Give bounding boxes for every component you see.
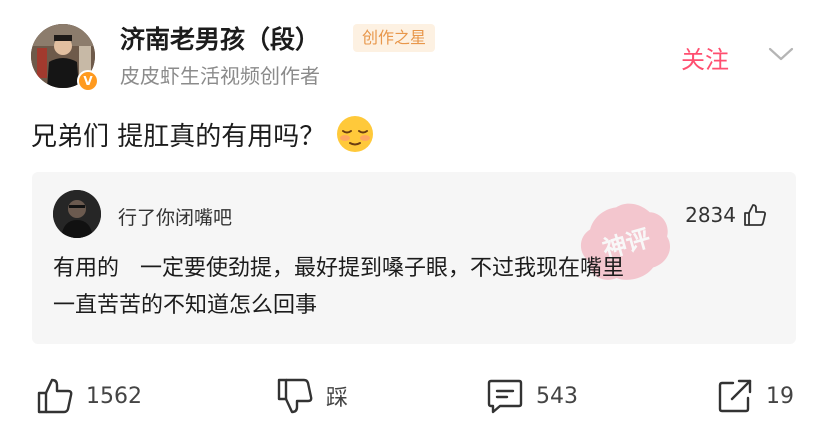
follow-button[interactable]: 关注 (681, 40, 729, 75)
share-button[interactable]: 19 (716, 372, 794, 420)
share-count: 19 (766, 383, 794, 409)
commenter-name[interactable]: 行了你闭嘴吧 (118, 203, 232, 230)
comment-like-count: 2834 (685, 203, 736, 227)
comment-text: 有用的 一定要使劲提，最好提到嗓子眼，不过我现在嘴里 一直苦苦的不知道怎么回事 (53, 250, 783, 324)
creator-star-badge: 创作之星 (353, 24, 436, 52)
comment-line: 有用的 一定要使劲提，最好提到嗓子眼，不过我现在嘴里 (53, 256, 624, 281)
share-icon (718, 379, 752, 413)
commenter-avatar[interactable] (53, 190, 101, 238)
comment-count: 543 (536, 383, 578, 409)
author-subtitle: 皮皮虾生活视频创作者 (120, 64, 320, 88)
comment-button[interactable]: 543 (486, 372, 578, 420)
dislike-label: 踩 (326, 386, 349, 411)
action-bar: 1562 踩 543 19 (0, 372, 828, 420)
author-avatar-wrapper[interactable]: V (31, 24, 99, 92)
like-button[interactable]: 1562 (36, 372, 142, 420)
post-header: V 济南老男孩（段） 创作之星 皮皮虾生活视频创作者 关注 (0, 0, 828, 100)
thumbs-up-icon (37, 378, 73, 414)
relieved-face-emoji-icon (337, 116, 374, 152)
post-content: 兄弟们 提肛真的有用吗？ (31, 112, 375, 156)
post-text: 兄弟们 提肛真的有用吗？ (31, 121, 326, 152)
comment-like-button[interactable]: 2834 (685, 202, 768, 228)
dislike-button[interactable]: 踩 (276, 372, 348, 420)
comment-bubble-icon (487, 379, 523, 414)
verified-icon: V (77, 70, 99, 92)
top-comment-card[interactable]: 神评 行了你闭嘴吧 2834 有用的 一定要使劲提，最好提到嗓子眼，不过我现在嘴… (32, 172, 796, 344)
chevron-down-icon[interactable] (766, 44, 796, 64)
like-count: 1562 (86, 383, 142, 409)
author-name[interactable]: 济南老男孩（段） (120, 20, 320, 56)
thumbs-up-icon (744, 204, 766, 226)
comment-line: 一直苦苦的不知道怎么回事 (53, 293, 318, 318)
thumbs-down-icon (277, 378, 313, 414)
